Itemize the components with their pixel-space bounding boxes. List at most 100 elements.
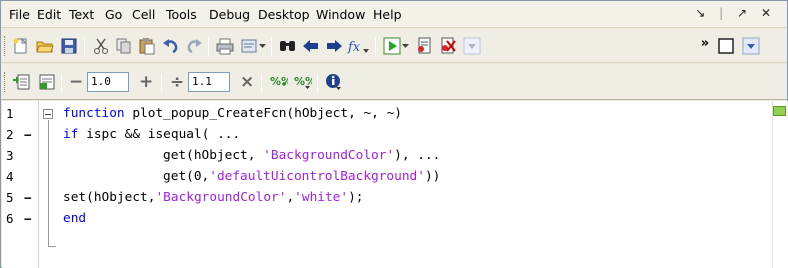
code-fold-toggle-icon[interactable] bbox=[43, 109, 53, 119]
dock-dropdown[interactable] bbox=[741, 36, 761, 56]
chevron-down-icon[interactable] bbox=[401, 36, 411, 56]
separator bbox=[208, 38, 209, 56]
menu-edit[interactable]: Edit bbox=[37, 7, 61, 22]
code-line-6[interactable]: end bbox=[63, 211, 86, 226]
insert-cell-dropdown-icon[interactable]: %% bbox=[293, 72, 313, 92]
code-line-5[interactable]: set(hObject,'BackgroundColor','white'); bbox=[63, 190, 364, 205]
evaluate-advance-icon[interactable] bbox=[37, 72, 57, 92]
code-text: ispc && isequal( ... bbox=[78, 127, 241, 142]
line-number-gutter: 1 2 − 3 4 5 − 6 − bbox=[2, 101, 39, 268]
code-text: get(hObject, bbox=[163, 148, 264, 163]
code-editor[interactable]: 1 2 − 3 4 5 − 6 − function plot_popup_Cr… bbox=[2, 101, 788, 268]
copy-icon[interactable] bbox=[114, 36, 134, 56]
message-bar bbox=[772, 101, 788, 268]
undock-icon[interactable]: ↘ bbox=[695, 6, 707, 20]
decrement-value-field[interactable]: 1.0 bbox=[87, 72, 129, 92]
breakpoint-marker[interactable]: − bbox=[24, 190, 32, 205]
publish-icon[interactable] bbox=[239, 36, 259, 56]
window-controls: ↘ | ↗ ✕ bbox=[689, 6, 773, 20]
line-number: 6 bbox=[6, 211, 14, 226]
line-number: 1 bbox=[6, 106, 14, 121]
evaluate-cell-icon[interactable] bbox=[11, 72, 31, 92]
keyword: end bbox=[63, 211, 87, 226]
set-breakpoint-icon[interactable] bbox=[415, 36, 435, 56]
string-literal: 'BackgroundColor' bbox=[155, 190, 287, 205]
back-arrow-icon[interactable] bbox=[301, 36, 321, 56]
breakpoint-marker[interactable]: − bbox=[24, 127, 32, 142]
function-browser-icon[interactable]: fx bbox=[346, 36, 370, 56]
close-icon[interactable]: ✕ bbox=[761, 6, 773, 20]
code-text: set(hObject, bbox=[63, 190, 156, 205]
keyword: function bbox=[63, 106, 125, 121]
matlab-editor-window: File Edit Text Go Cell Tools Debug Deskt… bbox=[0, 0, 788, 268]
breakpoint-marker[interactable]: − bbox=[24, 211, 32, 226]
string-literal: 'defaultUicontrolBackground' bbox=[209, 169, 425, 184]
clear-breakpoints-icon[interactable] bbox=[438, 36, 458, 56]
code-analyzer-status-indicator[interactable] bbox=[773, 106, 786, 116]
separator bbox=[61, 74, 62, 92]
code-fold-end bbox=[48, 246, 56, 247]
menu-desktop[interactable]: Desktop bbox=[258, 7, 310, 22]
separator bbox=[317, 74, 318, 92]
stack-dropdown[interactable] bbox=[462, 36, 482, 56]
keyword: if bbox=[63, 127, 79, 142]
multiply-value-field[interactable]: 1.1 bbox=[188, 72, 230, 92]
decrement-button[interactable]: − bbox=[69, 72, 83, 92]
line-number: 2 bbox=[6, 127, 14, 142]
increment-button[interactable]: + bbox=[139, 72, 153, 92]
save-icon[interactable] bbox=[59, 36, 79, 56]
menu-debug[interactable]: Debug bbox=[209, 7, 250, 22]
paste-icon[interactable] bbox=[137, 36, 157, 56]
toolbar-grip[interactable] bbox=[4, 36, 7, 56]
menu-text[interactable]: Text bbox=[69, 7, 94, 22]
code-text: , bbox=[286, 190, 295, 205]
string-literal: 'white' bbox=[294, 190, 349, 205]
chevron-down-icon[interactable] bbox=[258, 36, 268, 56]
new-file-icon[interactable] bbox=[11, 36, 31, 56]
menu-cell[interactable]: Cell bbox=[132, 7, 155, 22]
tile-icon[interactable] bbox=[716, 36, 736, 56]
insert-cell-divider-icon[interactable]: %% bbox=[269, 72, 289, 92]
separator bbox=[375, 38, 376, 56]
divide-button[interactable]: ÷ bbox=[170, 72, 184, 92]
svg-text:%%: %% bbox=[270, 75, 288, 88]
print-icon[interactable] bbox=[215, 36, 235, 56]
code-fold-guide bbox=[48, 120, 49, 246]
code-text: get(0, bbox=[163, 169, 210, 184]
string-literal: 'BackgroundColor' bbox=[263, 148, 395, 163]
menu-go[interactable]: Go bbox=[105, 7, 122, 22]
find-icon[interactable] bbox=[278, 36, 298, 56]
separator bbox=[161, 74, 162, 92]
undo-icon[interactable] bbox=[161, 36, 181, 56]
cell-toolbar: − 1.0 + ÷ 1.1 × %% %% bbox=[1, 64, 787, 100]
redo-icon[interactable] bbox=[184, 36, 204, 56]
code-line-1[interactable]: function plot_popup_CreateFcn(hObject, ~… bbox=[63, 106, 402, 121]
open-folder-icon[interactable] bbox=[35, 36, 55, 56]
separator: | bbox=[719, 6, 726, 20]
line-number: 5 bbox=[6, 190, 14, 205]
cut-icon[interactable] bbox=[91, 36, 111, 56]
toolbar-grip[interactable] bbox=[4, 72, 7, 92]
code-text: plot_popup_CreateFcn(hObject, ~, ~) bbox=[124, 106, 402, 121]
main-toolbar: fx » bbox=[1, 29, 787, 63]
menu-help[interactable]: Help bbox=[373, 7, 402, 22]
line-number: 4 bbox=[6, 169, 14, 184]
code-line-2[interactable]: if ispc && isequal( ... bbox=[63, 127, 240, 142]
separator bbox=[84, 38, 85, 56]
menu-bar: File Edit Text Go Cell Tools Debug Deskt… bbox=[1, 1, 787, 28]
multiply-button[interactable]: × bbox=[240, 72, 254, 92]
menu-tools[interactable]: Tools bbox=[166, 7, 197, 22]
toolbar-overflow-icon[interactable]: » bbox=[698, 33, 712, 53]
maximize-icon[interactable]: ↗ bbox=[737, 6, 749, 20]
code-line-3[interactable]: get(hObject, 'BackgroundColor'), ... bbox=[163, 148, 440, 163]
forward-arrow-icon[interactable] bbox=[324, 36, 344, 56]
code-text: )) bbox=[424, 169, 441, 184]
svg-text:fx: fx bbox=[347, 40, 361, 55]
info-icon[interactable] bbox=[324, 72, 344, 92]
menu-file[interactable]: File bbox=[9, 7, 30, 22]
code-text: ); bbox=[348, 190, 364, 205]
menu-window[interactable]: Window bbox=[316, 7, 365, 22]
separator bbox=[271, 38, 272, 56]
run-icon[interactable] bbox=[382, 36, 402, 56]
code-line-4[interactable]: get(0,'defaultUicontrolBackground')) bbox=[163, 169, 440, 184]
